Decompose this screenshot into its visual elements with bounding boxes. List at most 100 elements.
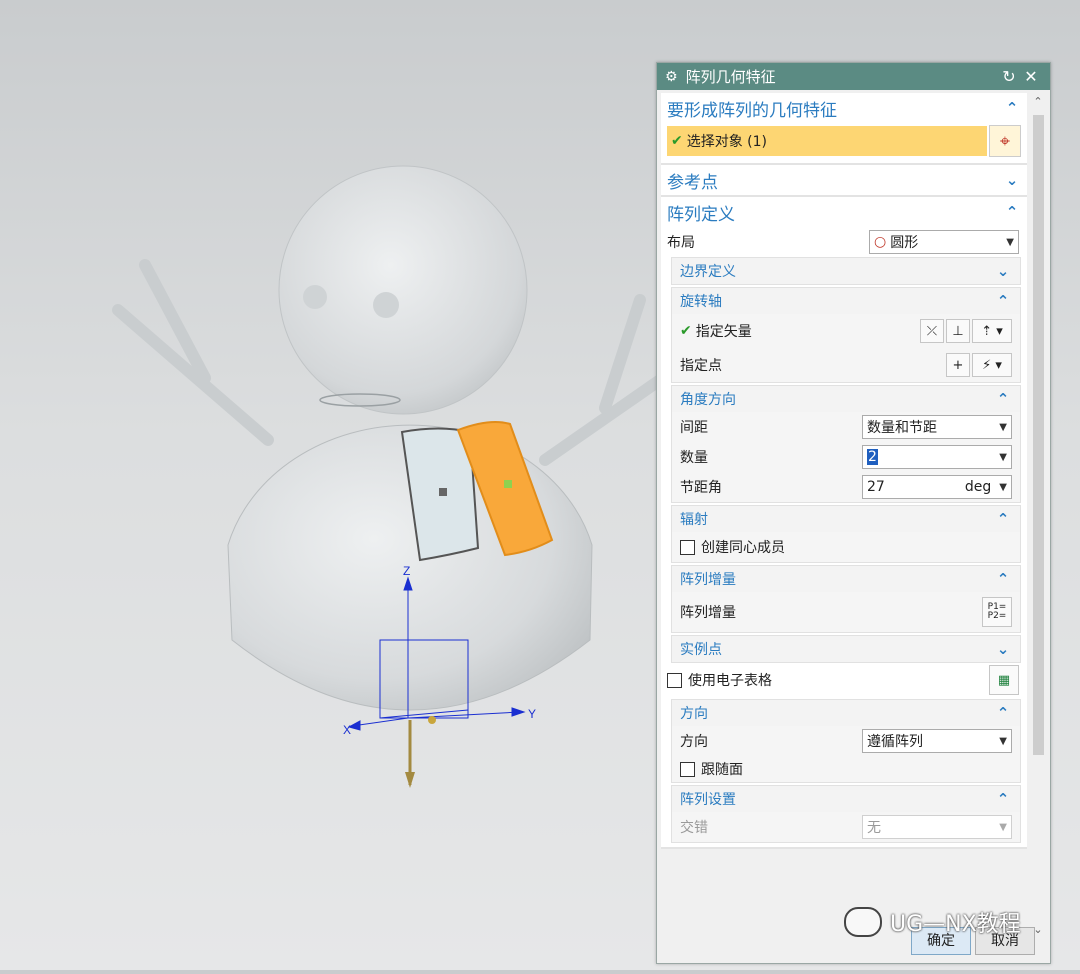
dialog-titlebar[interactable]: ⚙ 阵列几何特征 ↻ ✕ <box>657 63 1050 90</box>
stagger-row: 交错 无 ▼ <box>672 812 1020 842</box>
subsection-increment: 阵列增量 ⌃ 阵列增量 P1= P2= <box>671 565 1021 633</box>
scrollbar-thumb[interactable] <box>1033 115 1044 755</box>
pitch-input[interactable]: 27 deg ▼ <box>862 475 1012 499</box>
caret-down-icon: ▼ <box>999 421 1007 433</box>
subsection-header-instance-points[interactable]: 实例点 ⌄ <box>672 635 1020 662</box>
subsection-angular-direction: 角度方向 ⌃ 间距 数量和节距 ▼ 数量 2 ▼ 节距角 27 deg ▼ <box>671 385 1021 503</box>
subsection-header-orientation[interactable]: 方向 ⌃ <box>672 699 1020 726</box>
spacing-row: 间距 数量和节距 ▼ <box>672 412 1020 442</box>
axis-label-z: Z <box>403 564 410 578</box>
orientation-label: 方向 <box>680 734 708 750</box>
watermark: UG—NX教程 <box>844 906 1021 938</box>
stagger-value: 无 <box>867 820 881 836</box>
section-header-reference-point[interactable]: 参考点 ⌄ <box>661 165 1027 195</box>
pattern-geometry-dialog: ⚙ 阵列几何特征 ↻ ✕ 要形成阵列的几何特征 ⌃ ✔ 选择对象 (1) ⌖ 参… <box>656 62 1051 964</box>
chevron-up-icon[interactable]: ⌃ <box>994 704 1012 722</box>
orientation-dropdown[interactable]: 遵循阵列 ▼ <box>862 729 1012 753</box>
spreadsheet-icon[interactable]: ▦ <box>989 665 1019 695</box>
stagger-dropdown[interactable]: 无 ▼ <box>862 815 1012 839</box>
left-arm <box>112 259 274 446</box>
snowman-eye <box>303 285 327 309</box>
pitch-value: 27 <box>867 479 885 495</box>
gear-icon: ⚙ <box>665 68 678 85</box>
dialog-content: 要形成阵列的几何特征 ⌃ ✔ 选择对象 (1) ⌖ 参考点 ⌄ 阵列定义 ⌃ 布… <box>661 93 1027 959</box>
orientation-row: 方向 遵循阵列 ▼ <box>672 726 1020 756</box>
subsection-orientation: 方向 ⌃ 方向 遵循阵列 ▼ 跟随面 <box>671 699 1021 783</box>
select-object-field[interactable]: ✔ 选择对象 (1) <box>667 126 987 156</box>
chevron-up-icon[interactable]: ⌃ <box>994 790 1012 808</box>
caret-down-icon: ▼ <box>999 481 1007 493</box>
chevron-up-icon[interactable]: ⌃ <box>1003 203 1021 221</box>
dialog-scrollbar[interactable]: ⌃ ⌄ <box>1030 93 1046 939</box>
concentric-row: 创建同心成员 <box>672 532 1020 562</box>
subsection-rotation-axis: 旋转轴 ⌃ ✔ 指定矢量 ⤫ ⊥ ⇡ ▾ 指定点 + ⚡ ▾ <box>671 287 1021 383</box>
axis-label-y: Y <box>528 707 536 721</box>
vector-type-dropdown[interactable]: ⇡ ▾ <box>972 319 1012 343</box>
count-row: 数量 2 ▼ <box>672 442 1020 472</box>
subsection-header-settings[interactable]: 阵列设置 ⌃ <box>672 785 1020 812</box>
snowman-eye <box>373 292 399 318</box>
chevron-up-icon[interactable]: ⌃ <box>1003 99 1021 117</box>
chevron-down-icon[interactable]: ⌄ <box>994 640 1012 658</box>
subsection-label: 旋转轴 <box>680 294 722 310</box>
concentric-label: 创建同心成员 <box>701 540 785 556</box>
increment-label: 阵列增量 <box>680 605 736 621</box>
parameter-table-icon[interactable]: P1= P2= <box>982 597 1012 627</box>
subsection-header-rotation-axis[interactable]: 旋转轴 ⌃ <box>672 287 1020 314</box>
section-pattern-definition: 阵列定义 ⌃ 布局 ○ 圆形 ▼ 边界定义 ⌄ 旋转轴 ⌃ ✔ 指定矢量 ⤫ ⊥… <box>661 197 1027 849</box>
vector-row: ✔ 指定矢量 ⤫ ⊥ ⇡ ▾ <box>672 314 1020 348</box>
section-header-geometry[interactable]: 要形成阵列的几何特征 ⌃ <box>661 93 1027 123</box>
layout-value: 圆形 <box>890 235 919 251</box>
layout-dropdown[interactable]: ○ 圆形 ▼ <box>869 230 1019 254</box>
section-label: 参考点 <box>667 172 718 193</box>
close-icon[interactable]: ✕ <box>1020 67 1042 86</box>
subsection-label: 阵列设置 <box>680 792 736 808</box>
subsection-header-angular-direction[interactable]: 角度方向 ⌃ <box>672 385 1020 412</box>
reset-icon[interactable]: ↻ <box>998 67 1020 86</box>
pitch-unit[interactable]: deg <box>965 479 991 495</box>
chevron-up-icon[interactable]: ⌃ <box>994 510 1012 528</box>
watermark-text: UG—NX教程 <box>890 912 1021 937</box>
subsection-label: 角度方向 <box>680 392 736 408</box>
scroll-up-icon[interactable]: ⌃ <box>1030 95 1046 109</box>
section-label: 要形成阵列的几何特征 <box>667 100 837 121</box>
crosshair-icon[interactable]: ⌖ <box>989 125 1021 157</box>
point-type-dropdown[interactable]: ⚡ ▾ <box>972 353 1012 377</box>
section-header-pattern-definition[interactable]: 阵列定义 ⌃ <box>661 197 1027 227</box>
point-row: 指定点 + ⚡ ▾ <box>672 348 1020 382</box>
layout-label: 布局 <box>667 235 695 251</box>
wechat-logo-icon <box>844 907 882 937</box>
subsection-header-boundary[interactable]: 边界定义 ⌄ <box>672 257 1020 284</box>
chevron-up-icon[interactable]: ⌃ <box>994 570 1012 588</box>
axis-label-x: X <box>343 723 351 737</box>
increment-row: 阵列增量 P1= P2= <box>672 592 1020 632</box>
vector-reverse-icon[interactable]: ⤫ <box>920 319 944 343</box>
select-object-label: 选择对象 (1) <box>686 134 768 150</box>
subsection-settings: 阵列设置 ⌃ 交错 无 ▼ <box>671 785 1021 843</box>
subsection-header-radial[interactable]: 辐射 ⌃ <box>672 505 1020 532</box>
spacing-dropdown[interactable]: 数量和节距 ▼ <box>862 415 1012 439</box>
chevron-up-icon[interactable]: ⌃ <box>994 292 1012 310</box>
spreadsheet-checkbox[interactable] <box>667 672 682 688</box>
chevron-down-icon[interactable]: ⌄ <box>1003 171 1021 189</box>
vector-dialog-icon[interactable]: ⊥ <box>946 319 970 343</box>
stagger-label: 交错 <box>680 820 708 836</box>
caret-down-icon: ▼ <box>999 451 1007 463</box>
subsection-label: 辐射 <box>680 512 708 528</box>
spreadsheet-label: 使用电子表格 <box>688 673 772 689</box>
subsection-header-increment[interactable]: 阵列增量 ⌃ <box>672 565 1020 592</box>
count-label: 数量 <box>680 450 708 466</box>
count-input[interactable]: 2 ▼ <box>862 445 1012 469</box>
circle-icon: ○ <box>874 234 887 250</box>
caret-down-icon: ▼ <box>999 821 1007 833</box>
subsection-radial: 辐射 ⌃ 创建同心成员 <box>671 505 1021 563</box>
count-value: 2 <box>867 449 878 465</box>
chevron-down-icon[interactable]: ⌄ <box>994 262 1012 280</box>
point-dialog-icon[interactable]: + <box>946 353 970 377</box>
concentric-checkbox[interactable] <box>680 539 695 555</box>
chevron-up-icon[interactable]: ⌃ <box>994 390 1012 408</box>
select-object-row[interactable]: ✔ 选择对象 (1) ⌖ <box>667 125 1021 157</box>
follow-face-checkbox[interactable] <box>680 761 695 777</box>
spacing-label: 间距 <box>680 420 708 436</box>
orientation-value: 遵循阵列 <box>867 734 923 750</box>
